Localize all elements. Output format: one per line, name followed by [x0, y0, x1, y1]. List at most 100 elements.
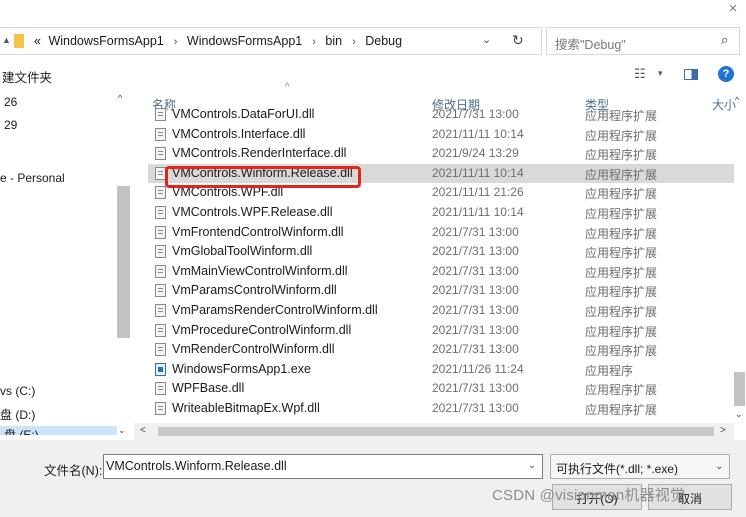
file-date: 2021/7/31 13:00: [432, 283, 519, 298]
chevron-right-icon[interactable]: ›: [174, 36, 178, 48]
file-type: 应用程序扩展: [585, 187, 658, 202]
file-type-select[interactable]: 可执行文件(*.dll; *.exe) ⌄: [550, 454, 730, 479]
file-type: 应用程序扩展: [585, 246, 658, 261]
search-icon[interactable]: ⌕: [721, 32, 728, 48]
chevron-down-icon[interactable]: ⌄: [482, 33, 491, 46]
table-row[interactable]: VmParamsControlWinform.dll 2021/7/31 13:0…: [148, 281, 734, 300]
nav-scroll-down-icon[interactable]: ⌄: [118, 425, 126, 436]
table-row[interactable]: WindowsFormsApp1.exe 2021/11/26 11:24 应用程序: [148, 360, 734, 379]
chevron-down-icon[interactable]: ⌄: [528, 460, 536, 471]
file-type: 应用程序扩展: [585, 109, 658, 123]
watermark-text: CSDN @visionman机器视觉: [492, 487, 686, 504]
address-bar[interactable]: ▲ « WindowsFormsApp1 › WindowsFormsApp1 › …: [0, 27, 542, 55]
file-date: 2021/7/31 13:00: [432, 381, 519, 396]
filename-input[interactable]: VMControls.Winform.Release.dll ⌄: [103, 454, 543, 479]
file-type: 应用程序扩展: [585, 383, 658, 398]
table-row[interactable]: VmProcedureControlWinform.dll 2021/7/31 1…: [148, 321, 734, 340]
preview-pane-icon[interactable]: [684, 69, 698, 80]
dll-file-icon: [155, 343, 166, 357]
file-name: VmFrontendControlWinform.dll: [172, 224, 344, 239]
view-options-icon[interactable]: ☷: [634, 66, 646, 82]
scroll-down-icon[interactable]: ⌄: [735, 409, 743, 420]
breadcrumb-item[interactable]: bin: [325, 34, 342, 48]
file-list: VMControls.DataForUI.dll 2021/7/31 13:00 应…: [148, 105, 734, 418]
dll-file-icon: [155, 147, 166, 161]
chevron-right-icon[interactable]: ›: [312, 36, 316, 48]
breadcrumb-overflow[interactable]: «: [34, 34, 41, 48]
table-row[interactable]: VmGlobalToolWinform.dll 2021/7/31 13:00 应用…: [148, 242, 734, 261]
nav-item-onedrive[interactable]: e - Personal: [0, 171, 65, 185]
file-date: 2021/7/31 13:00: [432, 342, 519, 357]
up-arrow-icon[interactable]: ▲: [2, 35, 11, 45]
table-row[interactable]: VmRenderControlWinform.dll 2021/7/31 13:0…: [148, 340, 734, 359]
table-row[interactable]: WriteableBitmapEx.Wpf.dll 2021/7/31 13:00…: [148, 399, 734, 418]
dll-file-icon: [155, 108, 166, 121]
filename-label: 文件名(N):: [44, 464, 103, 478]
breadcrumb-item[interactable]: Debug: [365, 34, 402, 48]
chevron-down-icon[interactable]: ▾: [658, 68, 663, 79]
file-name: WriteableBitmapEx.Wpf.dll: [172, 401, 320, 415]
dll-file-icon: [155, 127, 166, 141]
new-folder-button[interactable]: 建文件夹: [2, 67, 52, 86]
table-row[interactable]: WPFBase.dll 2021/7/31 13:00 应用程序扩展: [148, 379, 734, 398]
file-date: 2021/7/31 13:00: [432, 401, 519, 415]
scroll-up-icon[interactable]: ^: [735, 95, 739, 105]
navigation-pane: 26 29 e - Personal vs (C:) 盘 (D:) 盘 (E:): [0, 90, 134, 435]
breadcrumb-item[interactable]: WindowsFormsApp1: [48, 34, 163, 48]
file-name: VmParamsRenderControlWinform.dll: [172, 303, 378, 317]
dll-file-icon: [155, 264, 166, 278]
file-type: 应用程序扩展: [585, 324, 658, 339]
dll-file-icon: [155, 323, 166, 337]
chevron-down-icon[interactable]: ⌄: [715, 461, 723, 472]
search-input[interactable]: 搜索"Debug" ⌕: [546, 27, 740, 55]
dll-file-icon: [155, 382, 166, 396]
dll-file-icon: [155, 284, 166, 298]
table-row[interactable]: VMControls.Interface.dll 2021/11/11 10:14…: [148, 125, 734, 144]
file-date: 2021/7/31 13:00: [432, 263, 519, 278]
nav-scrollbar-thumb[interactable]: [117, 186, 130, 338]
table-row[interactable]: VMControls.RenderInterface.dll 2021/9/24 …: [148, 144, 734, 163]
nav-item-drive-e[interactable]: 盘 (E:): [0, 426, 117, 435]
file-type: 应用程序扩展: [585, 226, 658, 241]
file-date: 2021/11/11 10:14: [432, 126, 524, 141]
sort-ascending-icon: ^: [285, 82, 290, 93]
file-type: 应用程序扩展: [585, 305, 658, 319]
dll-file-icon: [155, 186, 166, 200]
file-type: 应用程序扩展: [585, 207, 658, 221]
file-date: 2021/9/24 13:29: [432, 146, 519, 161]
table-row[interactable]: VMControls.WPF.Release.dll 2021/11/11 10:…: [148, 203, 734, 222]
vertical-scrollbar-thumb[interactable]: [734, 372, 745, 406]
help-icon[interactable]: ?: [718, 66, 734, 82]
scroll-left-icon[interactable]: <: [140, 425, 146, 436]
horizontal-scrollbar-thumb[interactable]: [158, 427, 714, 436]
close-icon[interactable]: ×: [722, 0, 744, 20]
file-name: VMControls.RenderInterface.dll: [172, 146, 347, 161]
folder-icon: [14, 34, 24, 48]
file-date: 2021/11/11 10:14: [432, 205, 524, 219]
table-row[interactable]: VMControls.DataForUI.dll 2021/7/31 13:00 应…: [148, 105, 734, 124]
dll-file-icon: [155, 245, 166, 259]
nav-scroll-up-icon[interactable]: ^: [118, 93, 122, 103]
file-name: VmRenderControlWinform.dll: [172, 342, 335, 357]
nav-item-drive-d[interactable]: 盘 (D:): [0, 406, 35, 423]
file-name: VMControls.DataForUI.dll: [172, 107, 315, 121]
refresh-icon[interactable]: ↻: [512, 32, 524, 49]
file-name: VMControls.Interface.dll: [172, 126, 306, 141]
chevron-right-icon[interactable]: ›: [352, 36, 356, 48]
file-type: 应用程序扩展: [585, 128, 658, 143]
breadcrumb-item[interactable]: WindowsFormsApp1: [187, 34, 302, 48]
file-name: WPFBase.dll: [172, 381, 245, 396]
file-type: 应用程序扩展: [585, 148, 658, 163]
table-row[interactable]: VmMainViewControlWinform.dll 2021/7/31 13…: [148, 262, 734, 281]
nav-item[interactable]: 29: [4, 118, 17, 132]
scroll-right-icon[interactable]: >: [720, 425, 726, 436]
nav-item-drive-c[interactable]: vs (C:): [0, 384, 35, 398]
table-row[interactable]: VmParamsRenderControlWinform.dll 2021/7/3…: [148, 301, 734, 320]
file-name: WindowsFormsApp1.exe: [172, 361, 311, 376]
dll-file-icon: [155, 206, 166, 219]
table-row[interactable]: VmFrontendControlWinform.dll 2021/7/31 13…: [148, 223, 734, 242]
file-date: 2021/7/31 13:00: [432, 244, 519, 259]
file-date: 2021/7/31 13:00: [432, 224, 519, 239]
file-date: 2021/7/31 13:00: [432, 322, 519, 337]
nav-item[interactable]: 26: [4, 95, 17, 109]
